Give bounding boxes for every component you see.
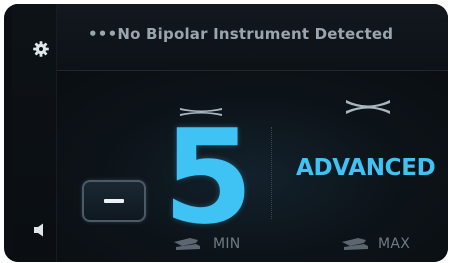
speaker-icon[interactable] <box>32 221 50 239</box>
foot-pedal-icon-min <box>172 236 202 252</box>
power-level-value: 5 <box>163 101 253 253</box>
mode-label[interactable]: ADVANCED <box>296 155 436 181</box>
max-label: MAX <box>378 236 411 252</box>
advanced-jaw-icon <box>345 99 391 115</box>
sidebar <box>12 4 57 262</box>
minus-icon <box>104 199 124 203</box>
foot-pedal-icon-max <box>340 236 370 252</box>
instrument-status-text: •••No Bipolar Instrument Detected <box>88 25 394 43</box>
device-frame: •••No Bipolar Instrument Detected 5 ADVA… <box>0 0 451 263</box>
min-label: MIN <box>213 236 241 252</box>
decrease-power-button[interactable] <box>82 180 146 222</box>
panel-divider <box>271 127 272 219</box>
gear-icon[interactable] <box>32 40 50 58</box>
